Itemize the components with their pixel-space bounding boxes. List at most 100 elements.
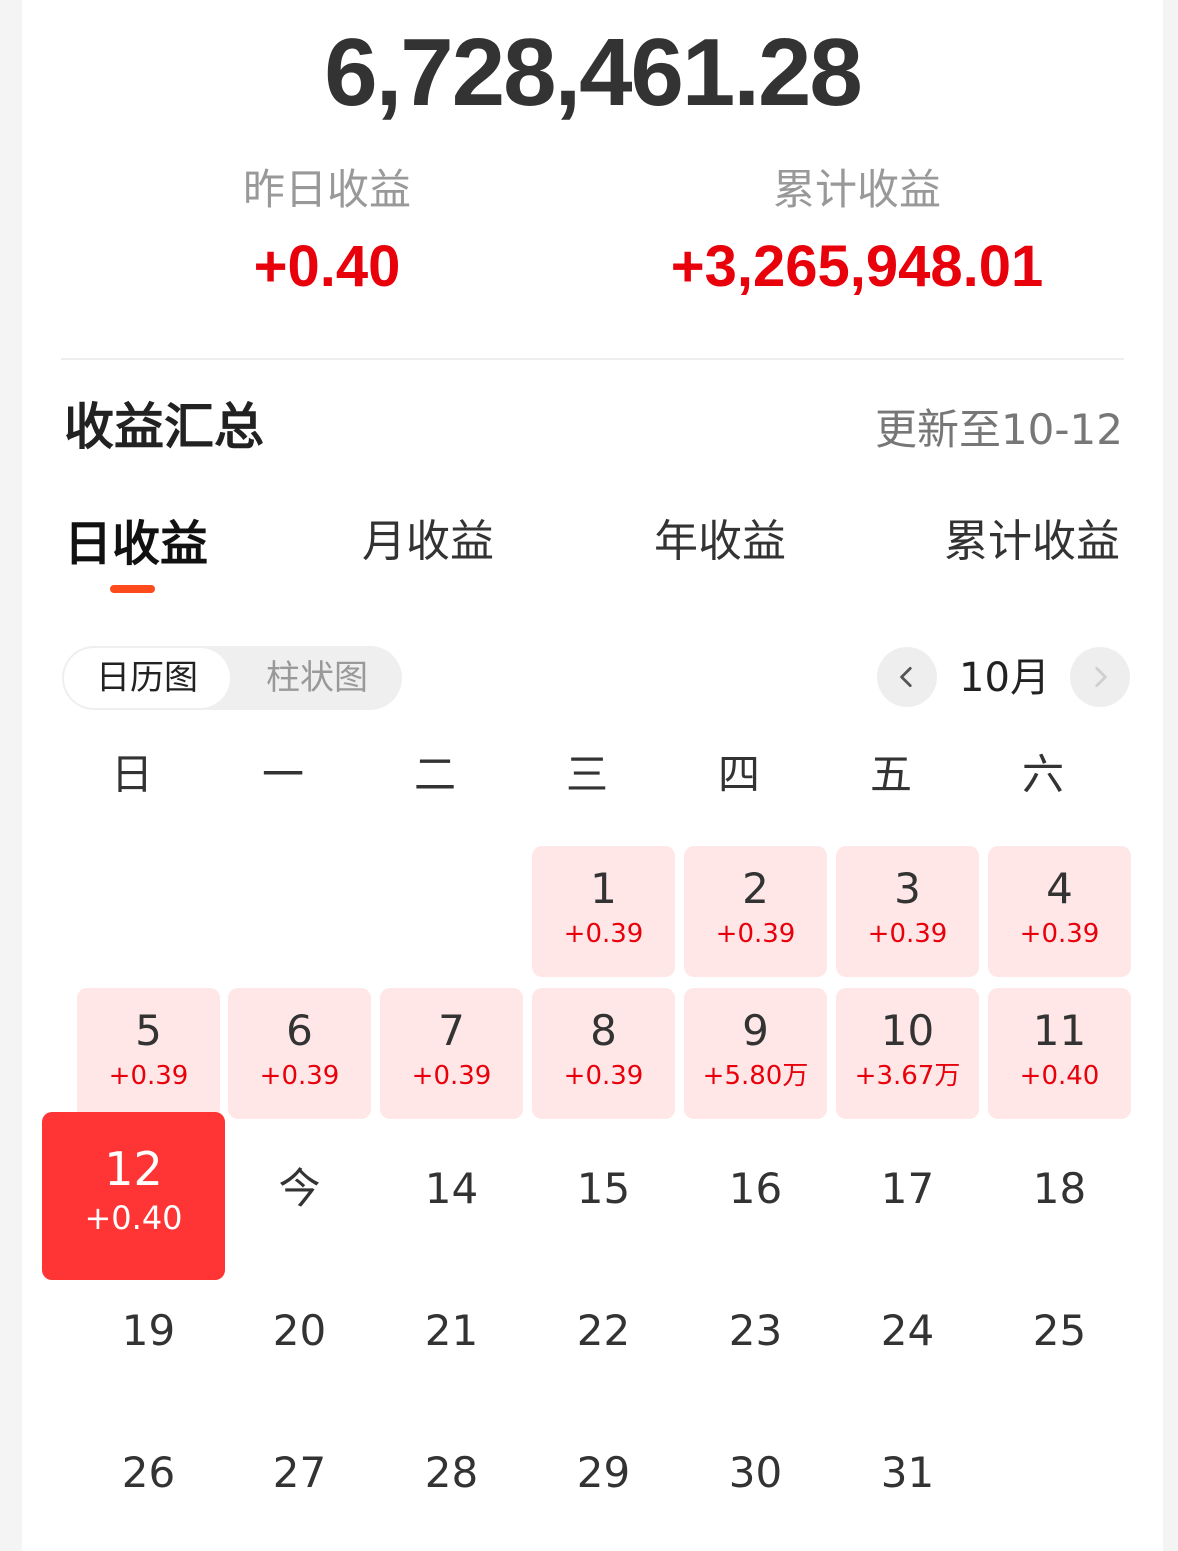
- calendar-day[interactable]: 26: [77, 1414, 220, 1534]
- calendar-day[interactable]: 6 +0.39: [228, 988, 371, 1119]
- day-number: 15: [576, 1164, 631, 1213]
- prev-month-button[interactable]: [877, 647, 937, 707]
- tab-cumulative-earnings[interactable]: 累计收益: [944, 512, 1120, 572]
- calendar-day[interactable]: 5 +0.39: [77, 988, 220, 1119]
- cumulative-earnings: 累计收益 +3,265,948.01: [642, 160, 1072, 298]
- calendar-day[interactable]: 11 +0.40: [988, 988, 1131, 1119]
- calendar-day[interactable]: 18: [988, 1130, 1131, 1250]
- day-earning: +0.39: [563, 919, 644, 949]
- day-number: 31: [880, 1448, 935, 1497]
- day-number: 25: [1032, 1306, 1087, 1355]
- yesterday-earnings: 昨日收益 +0.40: [162, 160, 492, 298]
- current-month: 10月: [959, 655, 1050, 701]
- day-earning: +0.39: [715, 919, 796, 949]
- calendar-day[interactable]: 3 +0.39: [836, 846, 979, 977]
- bar-chart-view-button[interactable]: 柱状图: [234, 646, 400, 710]
- calendar-day[interactable]: 20: [228, 1272, 371, 1392]
- calendar-day[interactable]: 4 +0.39: [988, 846, 1131, 977]
- day-earning: +0.39: [259, 1061, 340, 1091]
- day-number: 20: [272, 1306, 327, 1355]
- calendar-day[interactable]: 23: [684, 1272, 827, 1392]
- calendar-day[interactable]: 7 +0.39: [380, 988, 523, 1119]
- day-number: 23: [728, 1306, 783, 1355]
- day-earning: +0.40: [84, 1199, 183, 1237]
- day-number: 今: [278, 1164, 321, 1213]
- day-number: 11: [1032, 1006, 1087, 1055]
- calendar-day[interactable]: 24: [836, 1272, 979, 1392]
- day-number: 18: [1032, 1164, 1087, 1213]
- calendar-day[interactable]: 17: [836, 1130, 979, 1250]
- day-earning: +0.39: [1019, 919, 1100, 949]
- calendar-day[interactable]: 2 +0.39: [684, 846, 827, 977]
- day-number: 22: [576, 1306, 631, 1355]
- day-earning: +3.67万: [854, 1061, 961, 1091]
- calendar-day[interactable]: 15: [532, 1130, 675, 1250]
- weekday-label: 二: [413, 750, 456, 799]
- weekday-label: 日: [110, 750, 153, 799]
- day-number: 9: [742, 1006, 769, 1055]
- day-number: 24: [880, 1306, 935, 1355]
- day-number: 27: [272, 1448, 327, 1497]
- weekday-label: 一: [261, 750, 304, 799]
- day-number: 30: [728, 1448, 783, 1497]
- calendar-day[interactable]: 10 +3.67万: [836, 988, 979, 1119]
- day-number: 17: [880, 1164, 935, 1213]
- cumulative-earnings-label: 累计收益: [772, 165, 941, 214]
- chevron-right-icon: [1095, 666, 1107, 688]
- calendar-day[interactable]: 21: [380, 1272, 523, 1392]
- calendar-day[interactable]: 9 +5.80万: [684, 988, 827, 1119]
- calendar-day[interactable]: 31: [836, 1414, 979, 1534]
- calendar-day[interactable]: 8 +0.39: [532, 988, 675, 1119]
- active-tab-indicator: [110, 585, 155, 593]
- total-assets-amount: 6,728,461.28: [324, 19, 863, 126]
- calendar-day-selected[interactable]: 12 +0.40: [42, 1112, 225, 1280]
- calendar-day[interactable]: 14: [380, 1130, 523, 1250]
- tab-daily-earnings[interactable]: 日收益: [64, 514, 208, 574]
- next-month-button[interactable]: [1070, 647, 1130, 707]
- day-number: 2: [742, 864, 769, 913]
- calendar-day[interactable]: 28: [380, 1414, 523, 1534]
- day-number: 12: [104, 1142, 163, 1196]
- calendar-day[interactable]: 25: [988, 1272, 1131, 1392]
- calendar-day[interactable]: 30: [684, 1414, 827, 1534]
- day-earning: +0.39: [411, 1061, 492, 1091]
- yesterday-earnings-value: +0.40: [253, 234, 401, 299]
- cumulative-earnings-value: +3,265,948.01: [670, 234, 1044, 299]
- day-number: 10: [880, 1006, 935, 1055]
- day-number: 8: [590, 1006, 617, 1055]
- view-toggle: 日历图 柱状图: [62, 646, 402, 710]
- day-number: 21: [424, 1306, 479, 1355]
- day-number: 19: [121, 1306, 176, 1355]
- day-number: 5: [135, 1006, 162, 1055]
- section-title: 收益汇总: [64, 398, 264, 456]
- day-earning: +0.39: [867, 919, 948, 949]
- day-number: 26: [121, 1448, 176, 1497]
- calendar-day[interactable]: 29: [532, 1414, 675, 1534]
- day-earning: +5.80万: [702, 1061, 809, 1091]
- day-number: 28: [424, 1448, 479, 1497]
- calendar-day[interactable]: 27: [228, 1414, 371, 1534]
- calendar-view-button[interactable]: 日历图: [64, 648, 230, 708]
- calendar-day[interactable]: 22: [532, 1272, 675, 1392]
- tab-yearly-earnings[interactable]: 年收益: [654, 512, 786, 572]
- day-earning: +0.39: [563, 1061, 644, 1091]
- day-number: 3: [894, 864, 921, 913]
- day-number: 6: [286, 1006, 313, 1055]
- yesterday-earnings-label: 昨日收益: [242, 165, 411, 214]
- weekday-label: 六: [1021, 750, 1064, 799]
- day-number: 4: [1046, 864, 1073, 913]
- divider: [61, 358, 1124, 360]
- weekday-label: 四: [717, 750, 760, 799]
- calendar-day[interactable]: 16: [684, 1130, 827, 1250]
- day-number: 16: [728, 1164, 783, 1213]
- calendar-day[interactable]: 今: [228, 1130, 371, 1250]
- day-earning: +0.40: [1019, 1061, 1100, 1091]
- calendar-day[interactable]: 19: [77, 1272, 220, 1392]
- weekday-label: 三: [565, 750, 608, 799]
- weekday-label: 五: [869, 750, 912, 799]
- chevron-left-icon: [900, 666, 912, 688]
- calendar-day[interactable]: 1 +0.39: [532, 846, 675, 977]
- day-number: 7: [438, 1006, 465, 1055]
- tab-monthly-earnings[interactable]: 月收益: [362, 512, 494, 572]
- day-number: 14: [424, 1164, 479, 1213]
